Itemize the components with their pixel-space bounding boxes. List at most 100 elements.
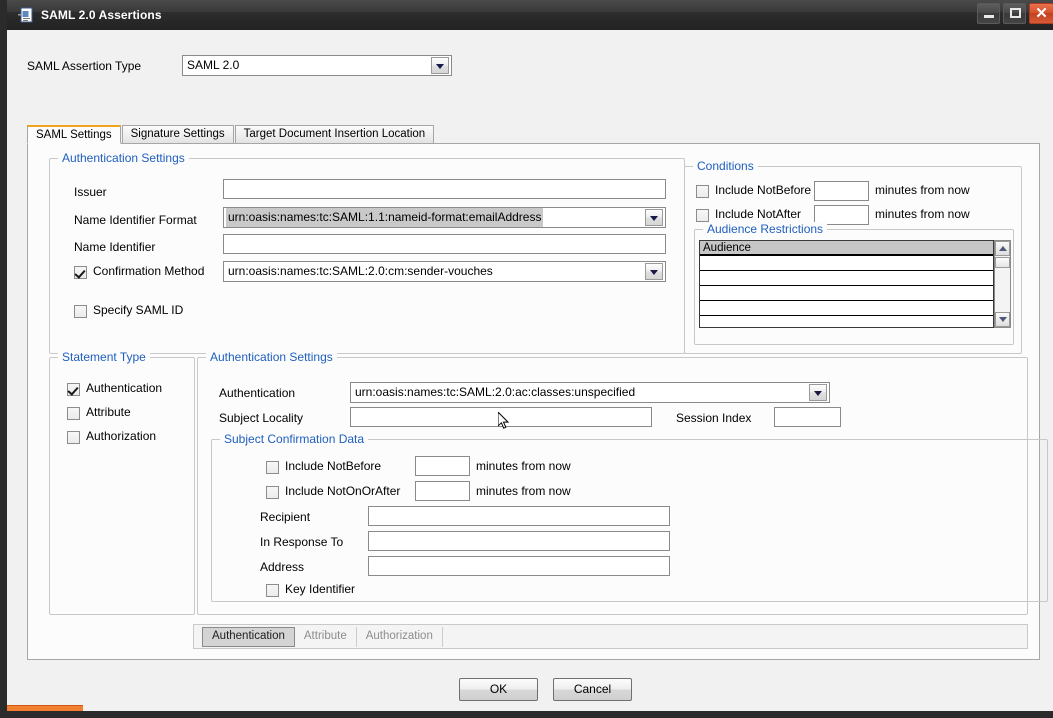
session-index-label: Session Index: [676, 411, 752, 425]
cancel-button[interactable]: Cancel: [553, 678, 632, 701]
scd-include-notonorafter-label: Include NotOnOrAfter: [285, 484, 401, 498]
conditions-notafter-suffix: minutes from now: [875, 207, 970, 221]
statement-type-attribute-checkbox[interactable]: [67, 407, 80, 420]
assertion-type-value: SAML 2.0: [187, 58, 240, 72]
key-identifier-label: Key Identifier: [285, 582, 356, 596]
issuer-label: Issuer: [74, 185, 107, 199]
authentication-settings-group: Authentication Settings Issuer Name Iden…: [49, 151, 685, 354]
scd-notonorafter-suffix: minutes from now: [476, 484, 571, 498]
scd-notbefore-suffix: minutes from now: [476, 459, 571, 473]
scd-include-notonorafter-checkbox[interactable]: [266, 486, 279, 499]
saml-settings-panel: Authentication Settings Issuer Name Iden…: [27, 143, 1048, 660]
audience-column-header: Audience: [700, 241, 993, 256]
scd-notbefore-input[interactable]: [415, 456, 470, 476]
address-input[interactable]: [368, 556, 670, 576]
application-window: SAML 2.0 Assertions ✕ SAML Assertion Typ…: [0, 0, 1053, 718]
dialog-footer: OK Cancel: [14, 666, 1053, 711]
scd-include-notbefore-label: Include NotBefore: [285, 459, 382, 473]
statement-type-authorization-label: Authorization: [86, 429, 157, 443]
chevron-down-icon[interactable]: [809, 384, 827, 401]
session-index-input[interactable]: [774, 407, 841, 427]
close-button[interactable]: ✕: [1029, 3, 1053, 24]
specify-saml-id-checkbox[interactable]: [74, 305, 87, 318]
taskbar-sliver: [7, 705, 83, 711]
name-identifier-format-combobox[interactable]: urn:oasis:names:tc:SAML:1.1:nameid-forma…: [223, 207, 666, 228]
name-identifier-format-label: Name Identifier Format: [74, 213, 197, 227]
confirmation-method-label: Confirmation Method: [93, 264, 205, 278]
confirmation-method-checkbox[interactable]: [74, 266, 87, 279]
authentication-context-combobox[interactable]: urn:oasis:names:tc:SAML:2.0:ac:classes:u…: [350, 382, 830, 403]
conditions-include-notbefore-checkbox[interactable]: [696, 185, 709, 198]
in-response-to-label: In Response To: [260, 535, 344, 549]
conditions-title: Conditions: [693, 159, 758, 173]
conditions-notbefore-input[interactable]: [814, 181, 869, 201]
subject-confirmation-data-group: Subject Confirmation Data Include NotBef…: [211, 432, 1048, 602]
maximize-icon: [1010, 8, 1021, 18]
authentication-context-value: urn:oasis:names:tc:SAML:2.0:ac:classes:u…: [355, 385, 636, 399]
name-identifier-label: Name Identifier: [74, 240, 156, 254]
minimize-icon: [984, 15, 994, 18]
statement-type-authorization-checkbox[interactable]: [67, 431, 80, 444]
subject-confirmation-data-title: Subject Confirmation Data: [220, 432, 369, 446]
scroll-up-icon[interactable]: [995, 241, 1010, 256]
tab-signature-settings[interactable]: Signature Settings: [121, 125, 234, 144]
specify-saml-id-label: Specify SAML ID: [93, 303, 184, 317]
maximize-button[interactable]: [1003, 3, 1026, 24]
scd-notonorafter-input[interactable]: [415, 481, 470, 501]
issuer-input[interactable]: [223, 179, 666, 199]
scroll-down-icon[interactable]: [995, 312, 1010, 327]
audience-restrictions-group: Audience Restrictions Audience: [694, 222, 1014, 345]
statement-type-authentication-label: Authentication: [86, 381, 163, 395]
bottom-tab-authorization[interactable]: Authorization: [357, 626, 443, 647]
scd-include-notbefore-checkbox[interactable]: [266, 461, 279, 474]
window-title-bar[interactable]: SAML 2.0 Assertions ✕: [7, 0, 1053, 30]
name-identifier-input[interactable]: [223, 234, 666, 254]
minimize-button[interactable]: [977, 3, 1000, 24]
table-row[interactable]: [700, 256, 993, 271]
scrollbar-thumb[interactable]: [995, 257, 1010, 268]
bottom-tab-authentication[interactable]: Authentication: [202, 626, 295, 647]
chevron-down-icon[interactable]: [645, 263, 663, 280]
authentication-context-label: Authentication: [219, 386, 296, 400]
chevron-down-icon[interactable]: [645, 209, 663, 226]
key-identifier-checkbox[interactable]: [266, 584, 279, 597]
close-icon: ✕: [1035, 5, 1048, 22]
chevron-down-icon[interactable]: [431, 57, 449, 74]
dialog-body: SAML Assertion Type SAML 2.0 SAML Settin…: [14, 30, 1053, 711]
assertion-type-label: SAML Assertion Type: [27, 58, 142, 73]
assertion-type-row: SAML Assertion Type SAML 2.0: [27, 55, 452, 76]
statement-type-attribute-label: Attribute: [86, 405, 131, 419]
table-row[interactable]: [700, 286, 993, 301]
certificate-document-icon: [18, 7, 35, 24]
table-row[interactable]: [700, 301, 993, 316]
authentication-settings-title: Authentication Settings: [58, 151, 189, 165]
authentication-statement-title: Authentication Settings: [206, 350, 337, 364]
subject-locality-input[interactable]: [350, 407, 652, 427]
tab-target-document-insertion-location[interactable]: Target Document Insertion Location: [234, 125, 435, 144]
audience-restrictions-title: Audience Restrictions: [703, 222, 828, 236]
window-title: SAML 2.0 Assertions: [41, 8, 162, 22]
audience-scrollbar[interactable]: [994, 240, 1011, 328]
bottom-tab-attribute[interactable]: Attribute: [295, 626, 357, 647]
conditions-notbefore-suffix: minutes from now: [875, 183, 970, 197]
table-row[interactable]: [700, 271, 993, 286]
conditions-include-notbefore-label: Include NotBefore: [715, 183, 812, 197]
subject-locality-label: Subject Locality: [219, 411, 304, 425]
confirmation-method-combobox[interactable]: urn:oasis:names:tc:SAML:2.0:cm:sender-vo…: [223, 261, 666, 282]
conditions-include-notafter-checkbox[interactable]: [696, 209, 709, 222]
name-identifier-format-value: urn:oasis:names:tc:SAML:1.1:nameid-forma…: [226, 208, 544, 227]
confirmation-method-value: urn:oasis:names:tc:SAML:2.0:cm:sender-vo…: [228, 264, 493, 278]
window-controls: ✕: [977, 3, 1053, 24]
recipient-input[interactable]: [368, 506, 670, 526]
in-response-to-input[interactable]: [368, 531, 670, 551]
address-label: Address: [260, 560, 305, 574]
tab-saml-settings[interactable]: SAML Settings: [27, 125, 121, 144]
main-tabstrip: SAML Settings Signature Settings Target …: [27, 125, 435, 144]
statement-type-group: Statement Type Authentication Attribute …: [49, 350, 195, 615]
statement-tabstrip: Authentication Attribute Authorization: [193, 624, 1028, 649]
assertion-type-combobox[interactable]: SAML 2.0: [182, 55, 452, 76]
audience-grid[interactable]: Audience: [699, 240, 994, 328]
statement-type-authentication-checkbox[interactable]: [67, 383, 80, 396]
conditions-include-notafter-label: Include NotAfter: [715, 207, 802, 221]
ok-button[interactable]: OK: [459, 678, 538, 701]
